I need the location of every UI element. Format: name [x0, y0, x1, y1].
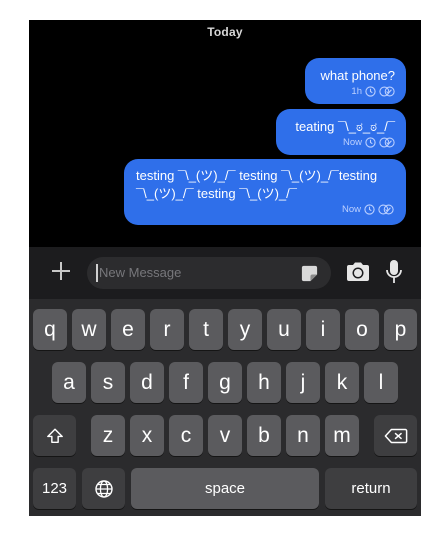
- backspace-icon: [384, 428, 407, 443]
- key-z[interactable]: z: [91, 415, 125, 456]
- key-w[interactable]: w: [72, 309, 106, 350]
- key-s[interactable]: s: [91, 362, 125, 403]
- key-l[interactable]: l: [364, 362, 398, 403]
- key-g[interactable]: g: [208, 362, 242, 403]
- shift-key[interactable]: [33, 415, 76, 456]
- shift-icon: [46, 428, 63, 443]
- clock-icon: [365, 86, 376, 97]
- key-y[interactable]: y: [228, 309, 262, 350]
- message-input-placeholder: New Message: [99, 265, 182, 280]
- globe-icon: [94, 479, 113, 498]
- key-f[interactable]: f: [169, 362, 203, 403]
- key-i[interactable]: i: [306, 309, 340, 350]
- sticker-icon[interactable]: [300, 264, 319, 283]
- message-bubble[interactable]: what phone? 1h: [305, 58, 406, 104]
- key-o[interactable]: o: [345, 309, 379, 350]
- space-key[interactable]: space: [131, 468, 319, 509]
- messages-screen: Today what phone? 1h teating ¯\_ಠ_ಠ_/¯ N…: [29, 20, 421, 516]
- key-a[interactable]: a: [52, 362, 86, 403]
- message-bubble[interactable]: testing ¯\_(ツ)_/¯ testing ¯\_(ツ)_/¯testi…: [124, 159, 406, 225]
- key-h[interactable]: h: [247, 362, 281, 403]
- return-key[interactable]: return: [325, 468, 417, 509]
- message-time: Now: [341, 204, 361, 215]
- backspace-key[interactable]: [374, 415, 417, 456]
- key-r[interactable]: r: [150, 309, 184, 350]
- key-p[interactable]: p: [384, 309, 417, 350]
- composer-bar: New Message: [29, 247, 421, 299]
- text-cursor: [96, 264, 98, 282]
- message-meta: Now: [287, 137, 395, 148]
- key-d[interactable]: d: [130, 362, 164, 403]
- numbers-key[interactable]: 123: [33, 468, 76, 509]
- key-v[interactable]: v: [208, 415, 242, 456]
- delivered-check-icon: [378, 204, 394, 215]
- clock-icon: [364, 204, 375, 215]
- message-text: what phone?: [320, 68, 395, 83]
- key-t[interactable]: t: [189, 309, 223, 350]
- microphone-icon[interactable]: [385, 259, 403, 285]
- key-n[interactable]: n: [286, 415, 320, 456]
- message-text: testing ¯\_(ツ)_/¯ testing ¯\_(ツ)_/¯testi…: [136, 168, 378, 201]
- keyboard: q w e r t y u i o p a s d f g h j k l z …: [29, 299, 421, 516]
- message-input[interactable]: New Message: [87, 257, 331, 289]
- key-k[interactable]: k: [325, 362, 359, 403]
- key-u[interactable]: u: [267, 309, 301, 350]
- message-time: 1h: [351, 86, 362, 97]
- message-text: teating ¯\_ಠ_ಠ_/¯: [295, 119, 395, 134]
- message-time: Now: [342, 137, 362, 148]
- delivered-check-icon: [379, 137, 395, 148]
- clock-icon: [365, 137, 376, 148]
- date-header: Today: [207, 25, 243, 39]
- key-c[interactable]: c: [169, 415, 203, 456]
- message-meta: 1h: [316, 86, 395, 97]
- message-bubble[interactable]: teating ¯\_ಠ_ಠ_/¯ Now: [276, 109, 406, 155]
- key-x[interactable]: x: [130, 415, 164, 456]
- key-q[interactable]: q: [33, 309, 67, 350]
- message-meta: Now: [136, 204, 394, 215]
- key-j[interactable]: j: [286, 362, 320, 403]
- key-e[interactable]: e: [111, 309, 145, 350]
- camera-icon[interactable]: [345, 261, 371, 283]
- plus-icon[interactable]: [49, 259, 73, 283]
- key-m[interactable]: m: [325, 415, 359, 456]
- key-b[interactable]: b: [247, 415, 281, 456]
- delivered-check-icon: [379, 86, 395, 97]
- globe-key[interactable]: [82, 468, 125, 509]
